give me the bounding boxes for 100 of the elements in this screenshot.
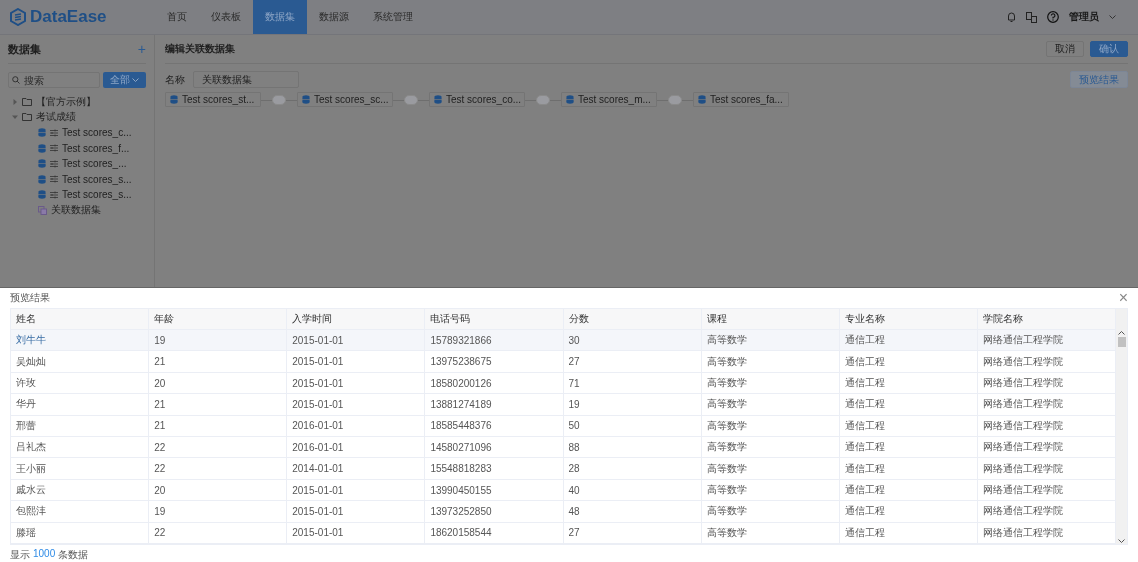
- database-icon: [170, 95, 178, 104]
- table-node[interactable]: Test scores_fa...: [693, 92, 789, 107]
- chevron-down-icon[interactable]: [1109, 14, 1116, 20]
- copy-icon: [38, 205, 47, 215]
- column-header: 专业名称: [839, 309, 978, 331]
- table-cell: 21: [149, 394, 288, 416]
- sliders-icon: [50, 144, 58, 153]
- table-cell: 网络通信工程学院: [977, 458, 1116, 480]
- table-cell: 19: [149, 501, 288, 523]
- sliders-icon: [50, 159, 58, 168]
- table-cell: 高等数学: [701, 501, 840, 523]
- table-cell: 2016-01-01: [287, 437, 426, 459]
- sliders-icon: [50, 175, 58, 184]
- table-cell: 15789321866: [425, 330, 564, 352]
- column-header: 入学时间: [287, 309, 426, 331]
- help-icon[interactable]: [1047, 11, 1059, 23]
- grid-icon[interactable]: [1026, 11, 1037, 23]
- join-handle[interactable]: [404, 94, 418, 105]
- column-header: 电话号码: [425, 309, 564, 331]
- search-field[interactable]: 搜索: [8, 72, 100, 88]
- editor-title: 编辑关联数据集: [165, 42, 235, 56]
- table-cell: 通信工程: [839, 437, 978, 459]
- table-cell: 通信工程: [839, 458, 978, 480]
- filter-dropdown[interactable]: 全部: [103, 72, 146, 88]
- name-field[interactable]: 关联数据集: [193, 71, 299, 88]
- database-icon: [38, 190, 46, 200]
- caret-icon[interactable]: [12, 114, 18, 121]
- chevron-down-icon: [132, 77, 139, 83]
- table-cell: 22: [149, 437, 288, 459]
- table-cell: 2015-01-01: [287, 372, 426, 395]
- table-cell: 网络通信工程学院: [977, 437, 1116, 459]
- user-menu[interactable]: 管理员: [1069, 10, 1099, 24]
- preview-button[interactable]: 预览结果: [1070, 71, 1128, 88]
- nav-tab[interactable]: 数据源: [307, 0, 361, 34]
- table-cell: 18585448376: [425, 415, 564, 438]
- table-cell: 通信工程: [839, 351, 978, 373]
- join-handle[interactable]: [668, 94, 682, 105]
- database-icon: [566, 95, 574, 104]
- table-cell: 13990450155: [425, 479, 564, 502]
- table-cell: 21: [149, 351, 288, 373]
- cancel-button[interactable]: 取消: [1046, 41, 1084, 57]
- tree-item[interactable]: 关联数据集: [51, 203, 101, 218]
- column-header: 学院名称: [977, 309, 1116, 331]
- column-header: 课程: [701, 309, 840, 331]
- table-cell: 通信工程: [839, 394, 978, 416]
- tree-item[interactable]: Test scores_f...: [62, 142, 130, 154]
- chevron-up-icon[interactable]: [1118, 330, 1125, 336]
- database-icon: [434, 95, 442, 104]
- chevron-down-icon[interactable]: [1118, 539, 1125, 544]
- close-button[interactable]: ×: [1118, 289, 1128, 308]
- table-cell: 滕瑶: [11, 522, 150, 544]
- table-cell: 19: [563, 394, 702, 416]
- nav-tab[interactable]: 仪表板: [199, 0, 253, 34]
- table-cell: 吴灿灿: [11, 351, 150, 373]
- table-cell: 通信工程: [839, 330, 978, 352]
- table-node[interactable]: Test scores_sc...: [297, 92, 393, 107]
- name-label: 名称: [165, 72, 185, 87]
- table-node[interactable]: Test scores_m...: [561, 92, 657, 107]
- footer-text: 条数据: [58, 548, 89, 562]
- table-cell: 刘牛牛: [11, 330, 150, 352]
- tree-item[interactable]: Test scores_s...: [62, 189, 132, 201]
- tree-item[interactable]: 考试成绩: [36, 110, 76, 125]
- table-cell: 高等数学: [701, 437, 840, 459]
- caret-icon[interactable]: [12, 98, 18, 105]
- table-cell: 2015-01-01: [287, 522, 426, 544]
- bell-icon[interactable]: [1007, 11, 1016, 23]
- database-icon: [38, 174, 46, 184]
- nav-tab[interactable]: 数据集: [253, 0, 307, 34]
- table-cell: 网络通信工程学院: [977, 351, 1116, 373]
- table-cell: 2015-01-01: [287, 394, 426, 416]
- column-header: 姓名: [11, 309, 150, 331]
- table-cell: 网络通信工程学院: [977, 394, 1116, 416]
- table-cell: 通信工程: [839, 501, 978, 523]
- scrollbar-thumb[interactable]: [1117, 337, 1126, 348]
- table-cell: 28: [563, 458, 702, 480]
- database-icon: [302, 95, 310, 104]
- scrollbar[interactable]: [1116, 309, 1127, 544]
- table-cell: 包熙沣: [11, 501, 150, 523]
- confirm-button[interactable]: 确认: [1090, 41, 1128, 57]
- table-cell: 网络通信工程学院: [977, 501, 1116, 523]
- table-cell: 2015-01-01: [287, 330, 426, 352]
- table-node[interactable]: Test scores_co...: [429, 92, 525, 107]
- table-node[interactable]: Test scores_st...: [165, 92, 261, 107]
- tree-item[interactable]: Test scores_c...: [62, 127, 132, 139]
- table-cell: 13973252850: [425, 501, 564, 523]
- database-icon: [38, 159, 46, 169]
- table-cell: 高等数学: [701, 330, 840, 352]
- table-cell: 22: [149, 458, 288, 480]
- tree-item[interactable]: Test scores_...: [62, 158, 127, 170]
- tree-item[interactable]: 【官方示例】: [36, 94, 96, 109]
- nav-tab[interactable]: 首页: [155, 0, 199, 34]
- footer-text: 显示: [10, 548, 30, 562]
- tree-item[interactable]: Test scores_s...: [62, 173, 132, 185]
- drawer-title: 预览结果: [10, 291, 50, 306]
- table-cell: 高等数学: [701, 458, 840, 480]
- join-handle[interactable]: [536, 94, 550, 105]
- join-handle[interactable]: [272, 94, 286, 105]
- nav-tab[interactable]: 系统管理: [361, 0, 425, 34]
- sidebar-title: 数据集: [8, 41, 41, 57]
- row-count: 1000: [33, 548, 56, 561]
